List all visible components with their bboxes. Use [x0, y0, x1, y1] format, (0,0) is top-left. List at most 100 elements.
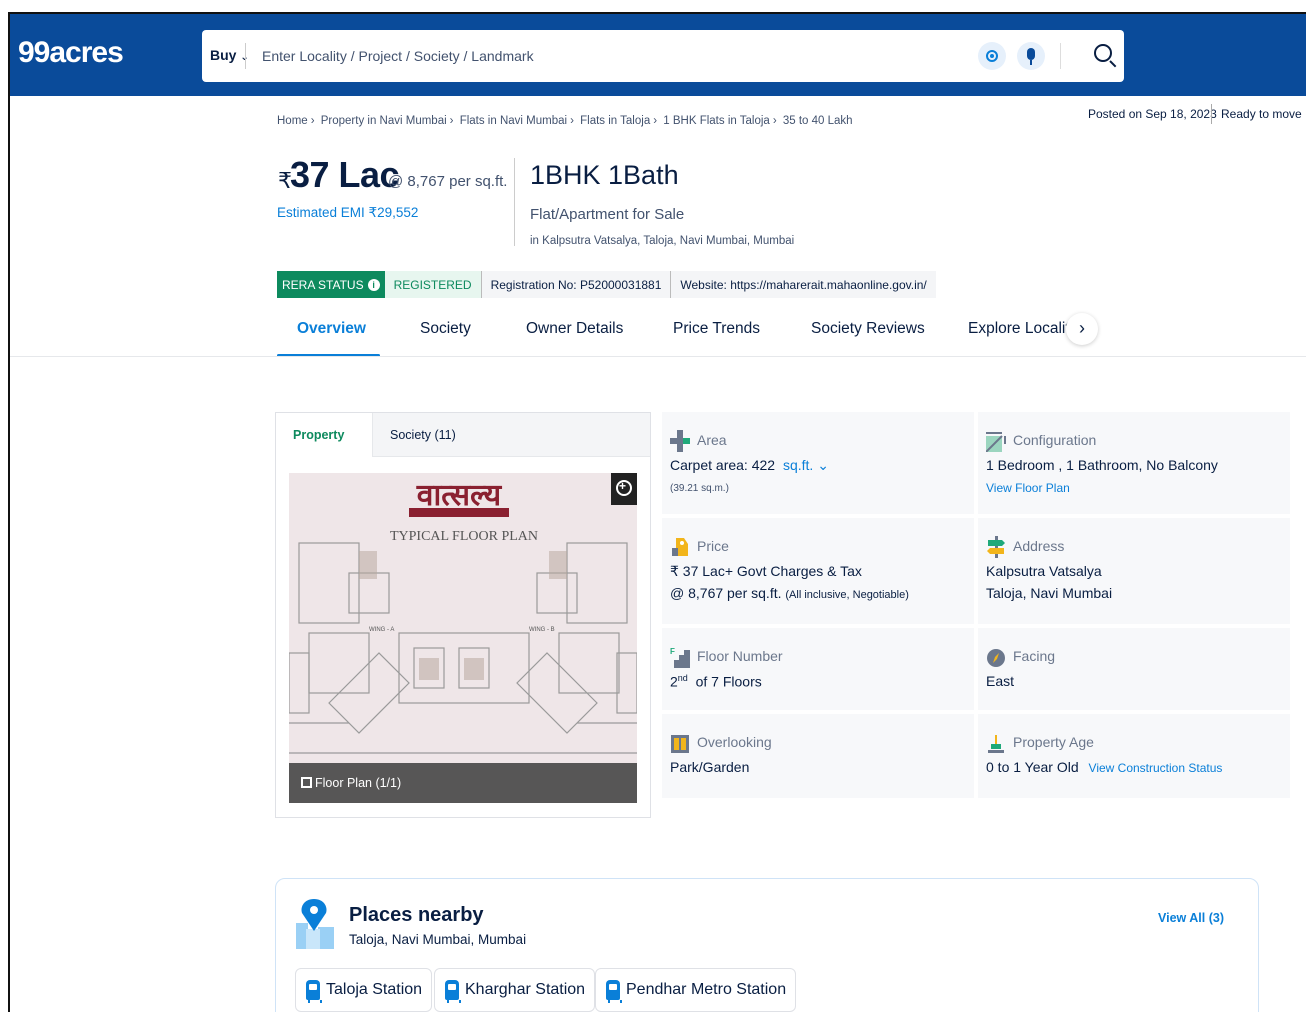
window-icon [671, 735, 689, 753]
logo[interactable]: 99acres [18, 36, 124, 70]
floor-plan-icon [301, 777, 312, 788]
chevron-right-icon[interactable]: › [1066, 313, 1098, 345]
building-age-icon [988, 735, 1004, 753]
gallery-tabs: Property (1) Society (11) [276, 413, 650, 486]
divider [1211, 104, 1212, 124]
rera-badge[interactable]: RERA STATUS i [277, 271, 385, 298]
divider [10, 356, 1306, 357]
tab-society[interactable]: Society [420, 320, 471, 338]
detail-label: Property Age [1013, 734, 1094, 750]
address-line-2: Taloja, Navi Mumbai [986, 585, 1113, 601]
train-icon [445, 980, 461, 1003]
places-subtitle: Taloja, Navi Mumbai, Mumbai [349, 932, 527, 947]
age-value: 0 to 1 Year Old [986, 759, 1079, 775]
rera-label: RERA STATUS [282, 277, 364, 292]
detail-area: Area Carpet area: 422 sq.ft. ⌄ (39.21 sq… [662, 412, 974, 514]
unit-dropdown[interactable]: sq.ft. ⌄ [783, 457, 829, 473]
detail-label: Facing [1013, 648, 1056, 664]
tab-property-photos[interactable]: Property (1) [276, 413, 373, 486]
zoom-icon[interactable] [611, 473, 637, 505]
compass-icon [987, 649, 1005, 667]
floor-plan-image[interactable]: WING - A WING - B वात्सल्य TYPICAL FLOOR… [289, 473, 637, 803]
tab-society-reviews[interactable]: Society Reviews [811, 320, 925, 338]
breadcrumb-item[interactable]: Home [277, 115, 308, 127]
search-icon[interactable] [1094, 44, 1112, 62]
chevron-down-icon: ⌄ [817, 457, 829, 473]
tab-owner-details[interactable]: Owner Details [526, 320, 623, 338]
tab-overview[interactable]: Overview [297, 320, 366, 338]
place-chip[interactable]: Pendhar Metro Station [595, 968, 797, 1012]
posted-date: Posted on Sep 18, 2023 [1088, 107, 1217, 121]
place-name: Kharghar Station [465, 981, 586, 998]
breadcrumb-item[interactable]: 1 BHK Flats in Taloja [663, 115, 770, 127]
svg-text:WING - B: WING - B [529, 627, 555, 633]
price-per-sqft: @ 8,767 per sq.ft. [388, 173, 508, 190]
plan-title: वात्सल्य [416, 478, 502, 513]
breadcrumb-item[interactable]: Flats in Navi Mumbai [460, 115, 567, 127]
price: 37 Lac [290, 154, 400, 195]
view-floor-plan-link[interactable]: View Floor Plan [986, 481, 1070, 495]
possession-status: Ready to move [1221, 107, 1302, 121]
detail-value: 2nd of 7 Floors [670, 673, 762, 690]
emi-link[interactable]: Estimated EMI ₹29,552 [277, 205, 418, 221]
detail-label: Overlooking [697, 734, 772, 750]
page-frame: 99acres Buy ⌄ Posted on Sep 18, 2023 Rea… [8, 12, 1306, 1012]
carpet-area: Carpet area: 422 [670, 457, 776, 473]
detail-value: Park/Garden [670, 759, 750, 775]
detail-floor: F Floor Number 2nd of 7 Floors [662, 628, 974, 710]
detail-label: Price [697, 538, 729, 554]
tab-society-photos[interactable]: Society (11) [373, 413, 473, 457]
divider [1060, 43, 1061, 69]
voice-search-button[interactable] [1017, 42, 1045, 70]
buy-dropdown[interactable]: Buy ⌄ [210, 47, 249, 63]
places-nearby-card: Places nearby Taloja, Navi Mumbai, Mumba… [275, 878, 1259, 1012]
property-location: in Kalpsutra Vatsalya, Taloja, Navi Mumb… [530, 235, 795, 247]
metro-icon [606, 980, 622, 1003]
buy-label: Buy [210, 47, 237, 63]
detail-facing: Facing East [978, 628, 1290, 710]
view-all-link[interactable]: View All (3) [1158, 911, 1224, 925]
rera-website[interactable]: Website: https://maharerait.mahaonline.g… [670, 271, 936, 298]
divider [245, 43, 246, 69]
detail-overlooking: Overlooking Park/Garden [662, 714, 974, 798]
detail-value: East [986, 673, 1015, 689]
detail-value: 0 to 1 Year Old View Construction Status [986, 759, 1222, 775]
plan-subtitle: TYPICAL FLOOR PLAN [389, 529, 539, 544]
place-chip[interactable]: Taloja Station [295, 968, 433, 1012]
train-icon [306, 980, 322, 1003]
price-tag-icon [672, 538, 688, 556]
place-name: Pendhar Metro Station [626, 981, 787, 998]
price-per-sqft-detail: @ 8,767 per sq.ft. (All inclusive, Negot… [670, 585, 909, 601]
detail-value: 1 Bedroom , 1 Bathroom, No Balcony [986, 457, 1218, 473]
detail-price: Price ₹ 37 Lac+ Govt Charges & Tax @ 8,7… [662, 518, 974, 624]
tab-explore-locality[interactable]: Explore Locality [968, 320, 1077, 338]
tab-price-trends[interactable]: Price Trends [673, 320, 760, 338]
mic-stand [1030, 60, 1032, 65]
configuration-icon [986, 432, 1006, 452]
detail-label: Address [1013, 538, 1065, 554]
top-border [0, 0, 1306, 12]
property-config: 1BHK 1Bath [530, 160, 679, 190]
price-note: (All inclusive, Negotiable) [785, 589, 909, 601]
signpost-icon [987, 536, 1005, 558]
property-type: Flat/Apartment for Sale [530, 206, 685, 223]
detail-label: Configuration [1013, 432, 1097, 448]
divider [514, 158, 515, 246]
place-chip[interactable]: Kharghar Station [434, 968, 596, 1012]
header-bar: 99acres Buy ⌄ [10, 14, 1306, 96]
breadcrumb-item[interactable]: 35 to 40 Lakh [783, 115, 853, 127]
media-gallery: Property (1) Society (11) [275, 412, 651, 818]
svg-text:F: F [670, 647, 675, 656]
breadcrumb-item[interactable]: Flats in Taloja [580, 115, 650, 127]
view-construction-status-link[interactable]: View Construction Status [1089, 761, 1223, 775]
detail-property-age: Property Age 0 to 1 Year Old View Constr… [978, 714, 1290, 798]
breadcrumb-item[interactable]: Property in Navi Mumbai [321, 115, 447, 127]
floor-plan-drawing: WING - A WING - B [289, 473, 637, 803]
image-caption: Floor Plan (1/1) [289, 763, 637, 803]
detail-value: ₹ 37 Lac+ Govt Charges & Tax [670, 563, 862, 579]
place-name: Taloja Station [326, 981, 423, 998]
location-button[interactable] [978, 42, 1006, 70]
search-input[interactable] [262, 38, 962, 74]
floor-suffix: nd [677, 673, 688, 683]
info-icon: i [367, 278, 380, 291]
